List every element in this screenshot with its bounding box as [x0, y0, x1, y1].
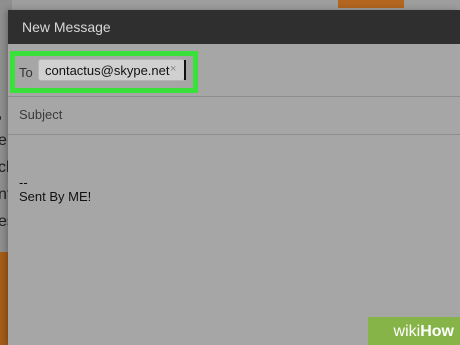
subject-placeholder: Subject — [19, 107, 63, 122]
signature-separator: -- — [19, 175, 28, 190]
subject-field[interactable]: Subject — [8, 96, 460, 135]
compose-title-bar: New Message — [8, 10, 460, 44]
compose-window: New Message To contactus@skype.net × Sub… — [8, 10, 460, 345]
to-label: To — [19, 65, 33, 80]
recipient-address: contactus@skype.net — [45, 63, 170, 78]
watermark-prefix: wiki — [393, 323, 421, 340]
message-body[interactable]: -- Sent By ME! — [19, 175, 92, 204]
background-orange-badge — [338, 0, 404, 8]
watermark-text: wikiHow — [394, 323, 454, 341]
watermark-suffix: How — [420, 323, 454, 340]
signature-text: Sent By ME! — [19, 189, 92, 204]
compose-title: New Message — [22, 19, 111, 35]
recipient-chip[interactable]: contactus@skype.net × — [38, 59, 185, 81]
wikihow-watermark: wikiHow — [368, 317, 460, 345]
to-field-row[interactable]: To contactus@skype.net × — [8, 44, 460, 97]
remove-recipient-icon[interactable]: × — [170, 63, 176, 75]
text-cursor — [184, 60, 186, 80]
